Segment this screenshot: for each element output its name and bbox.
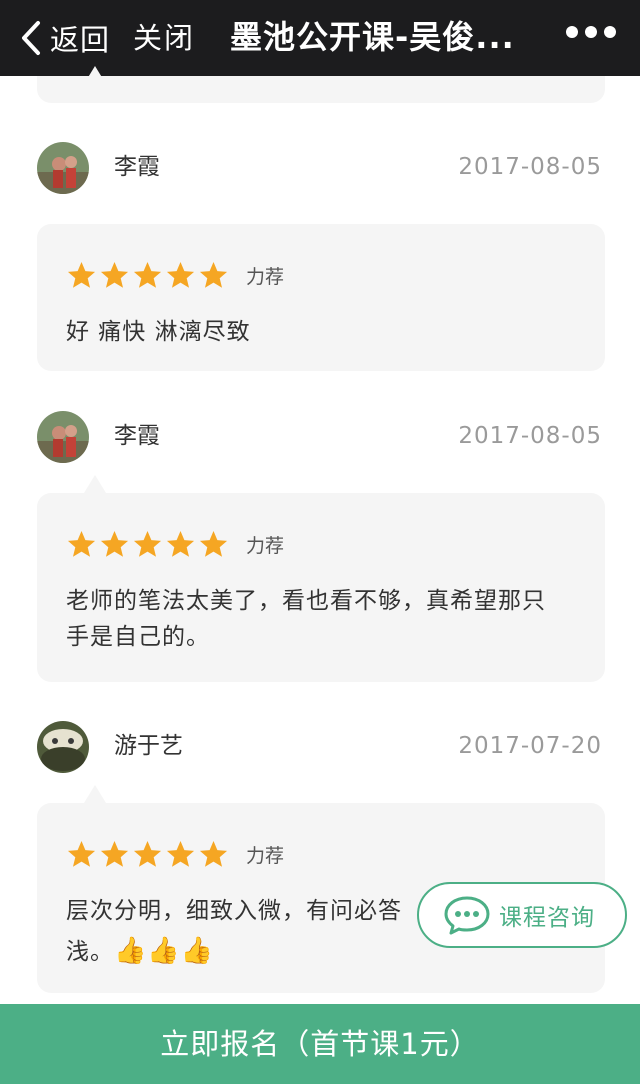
bubble-tail [84,66,106,84]
rating-label: 力荐 [246,535,285,557]
star-icon [100,840,129,867]
star-icon [133,840,162,867]
close-button[interactable]: 关闭 [133,18,195,58]
navbar: 返回 关闭 墨池公开课-吴俊... [0,0,640,76]
comment-bubble: 力荐 老师的笔法太美了，看也看不够，真希望那只手是自己的。 [37,493,605,682]
consult-label: 课程咨询 [499,905,595,931]
star-icon [166,530,195,557]
star-rating [66,839,231,871]
star-icon [199,530,228,557]
comment-text: 好 痛快 淋漓尽致 [66,319,251,345]
comment-text: 老师的笔法太美了，看也看不够，真希望那只手是自己的。 [66,588,546,650]
back-button[interactable]: 返回 [20,18,110,58]
thumbs-up-emoji: 👍👍👍 [114,936,215,966]
star-icon [166,840,195,867]
star-icon [100,261,129,288]
reviewer-name: 李霞 [114,154,160,180]
reviewer-name: 游于艺 [114,733,183,759]
more-dot [604,26,616,38]
comment-continuation: 浅。 [66,939,114,965]
star-icon [133,530,162,557]
comment-text: 层次分明，细致入微，有问必答 [66,898,402,924]
star-rating [66,260,231,292]
bubble-tail [84,785,106,803]
star-icon [67,261,96,288]
star-icon [199,261,228,288]
review-date: 2017-08-05 [458,154,602,180]
rating-label: 力荐 [246,266,285,288]
avatar[interactable] [37,411,89,463]
page-title: 墨池公开课-吴俊... [230,18,515,56]
bubble-tail [84,475,106,493]
star-icon [67,840,96,867]
star-icon [100,530,129,557]
review-date: 2017-07-20 [458,733,602,759]
star-icon [199,840,228,867]
more-dot [585,26,597,38]
more-button[interactable] [566,22,616,42]
star-icon [67,530,96,557]
chevron-left-icon [22,21,40,55]
back-label: 返回 [50,23,111,57]
avatar[interactable] [37,721,89,773]
star-icon [166,261,195,288]
star-icon [133,261,162,288]
reviewer-name: 李霞 [114,423,160,449]
review-date: 2017-08-05 [458,423,602,449]
rating-label: 力荐 [246,845,285,867]
comment-bubble: 力荐 好 痛快 淋漓尽致 [37,224,605,371]
signup-button[interactable]: 立即报名（首节课1元） [0,1004,640,1084]
comment-text-line2: 浅。👍👍👍 [66,933,266,970]
avatar[interactable] [37,142,89,194]
chat-bubble-icon [444,896,490,935]
previous-comment-bubble [37,76,605,103]
star-rating [66,529,231,561]
more-dots-icon [566,26,578,38]
consult-button[interactable]: 课程咨询 [417,882,627,948]
